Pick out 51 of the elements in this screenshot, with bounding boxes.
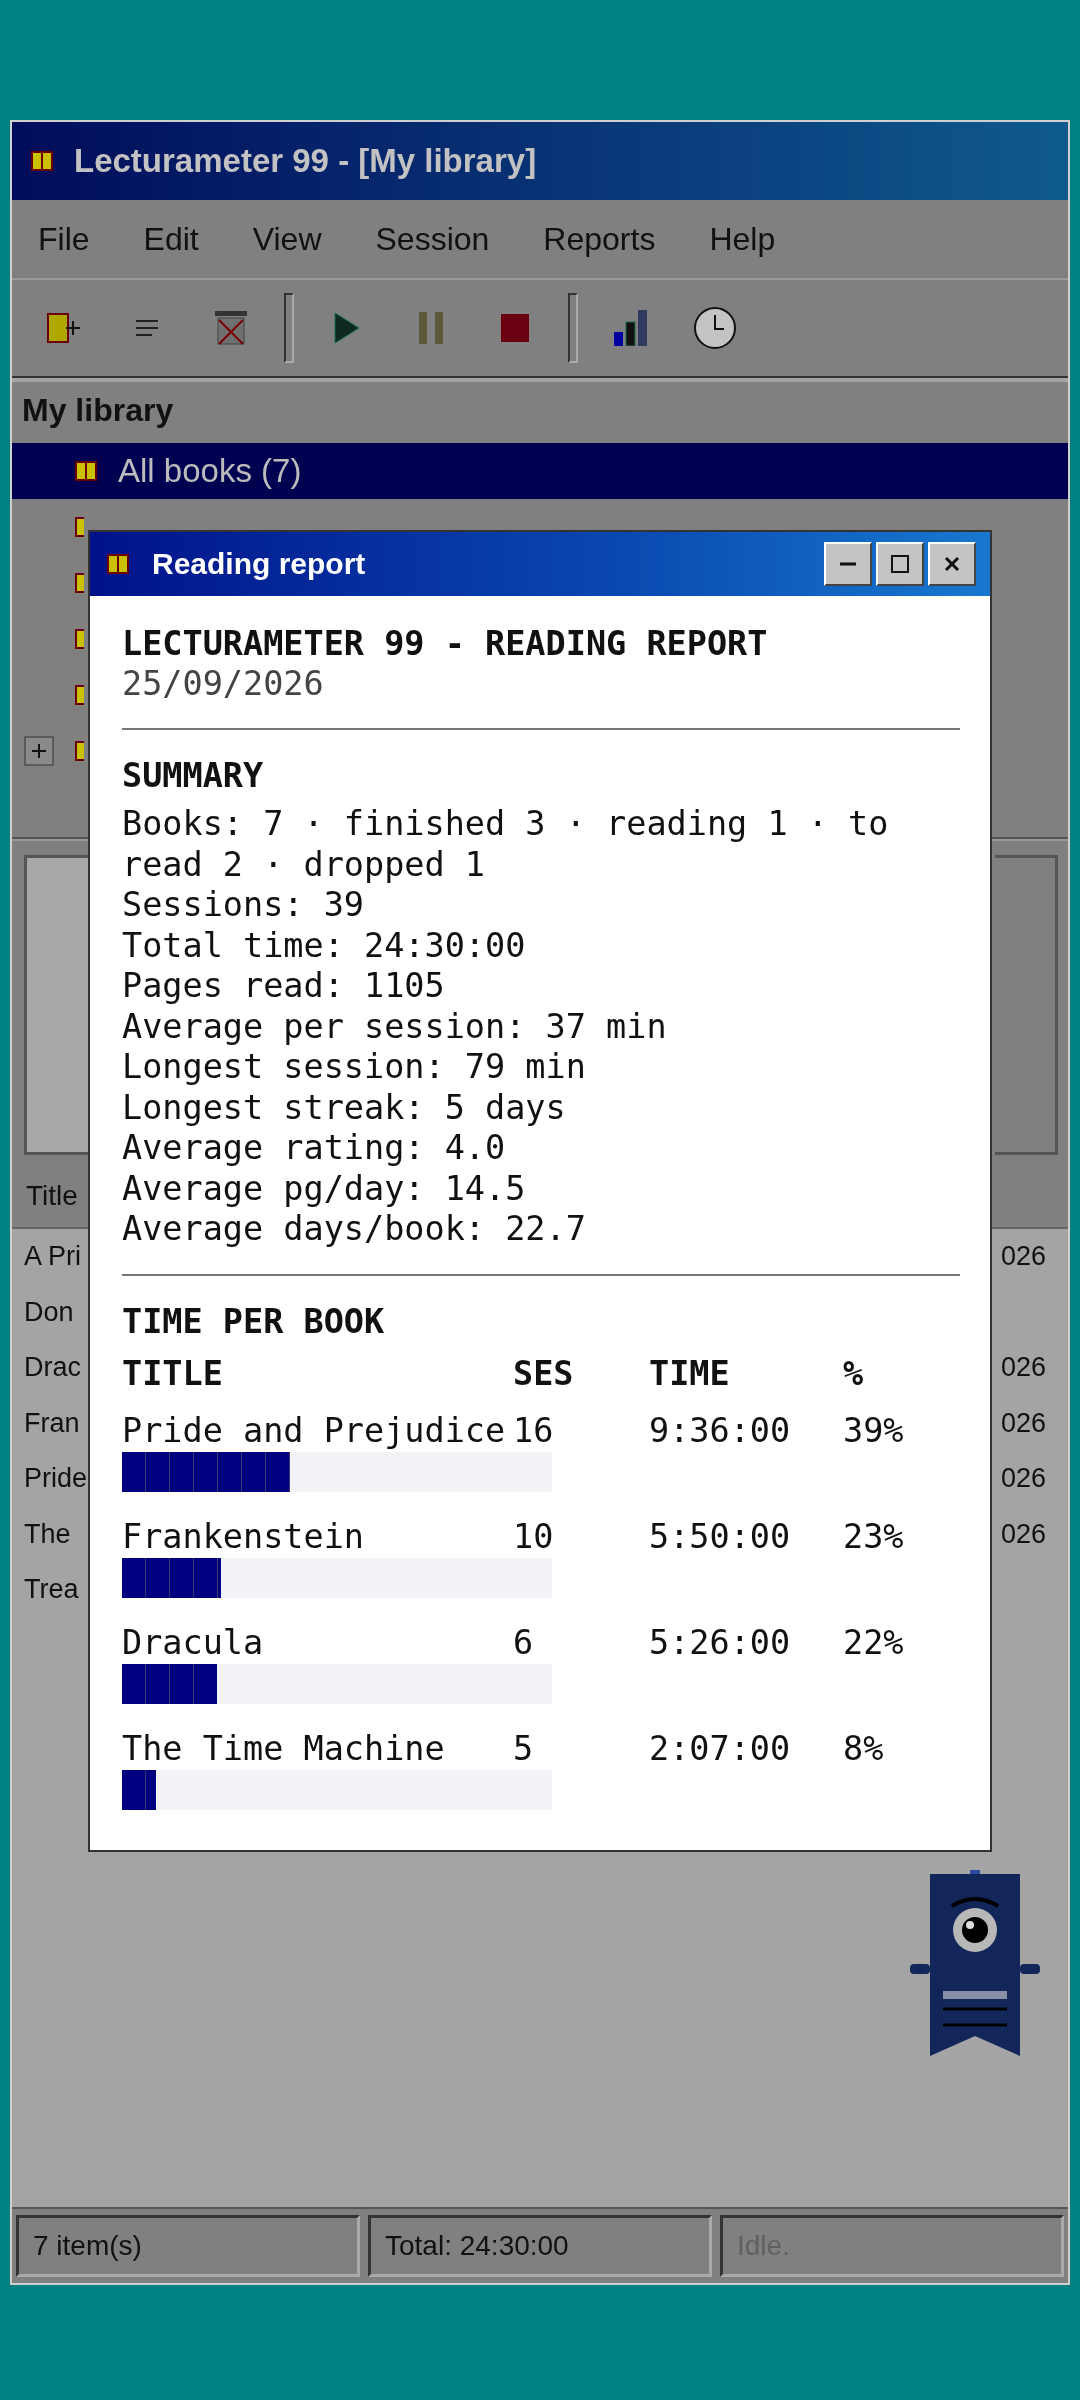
table-cell-text: 2:07:00 — [649, 1727, 792, 1770]
table-cell-text: 8% — [843, 1727, 885, 1770]
table-cell: The — [24, 1518, 71, 1550]
table-cell-text: The Time Machine — [122, 1727, 446, 1770]
summary-line: Books: 7 · finished 3 · reading 1 · to read 2 · dropped 1 — [122, 804, 890, 885]
table-cell: Pride — [24, 1463, 88, 1495]
table-cell: A Pri — [24, 1241, 82, 1273]
summary-line: Average rating: 4.0 — [122, 1128, 507, 1169]
section-heading: TIME PER BOOK — [122, 1300, 386, 1343]
table-cell-text: 10 — [513, 1515, 555, 1558]
table-cell: 026 — [1000, 1407, 1046, 1439]
column-header: TITLE — [122, 1352, 224, 1395]
section-heading: SUMMARY — [122, 755, 265, 797]
status-panel: Total: 24:30:00 — [368, 2215, 712, 2277]
table-cell-text: Pride and Prejudice — [122, 1409, 507, 1452]
table-cell: Don — [24, 1296, 74, 1328]
table-cell-text: 5 — [513, 1727, 535, 1770]
table-cell-text: 5:26:00 — [649, 1621, 792, 1664]
table-cell-text: 6 — [513, 1621, 535, 1664]
table-cell-text: 39% — [843, 1409, 905, 1452]
summary-line: Total time: 24:30:00 — [122, 925, 527, 966]
summary-line: Longest session: 79 min — [122, 1047, 587, 1088]
table-cell: Trea — [24, 1574, 79, 1606]
table-cell-text: 9:36:00 — [649, 1409, 792, 1452]
summary-line: Sessions: 39 — [122, 885, 366, 926]
summary-line: Pages read: 1105 — [122, 966, 446, 1007]
table-cell: 026 — [1000, 1241, 1046, 1273]
dialog-title: Reading report — [152, 547, 366, 581]
summary-line: Average per session: 37 min — [122, 1006, 668, 1047]
table-cell: Drac — [24, 1352, 81, 1384]
window-title: Lecturameter 99 - [My library] — [74, 142, 537, 180]
table-cell-text: 16 — [513, 1409, 555, 1452]
table-cell-text: Dracula — [122, 1621, 265, 1664]
summary-line: Longest streak: 5 days — [122, 1087, 567, 1128]
summary-line: Average days/book: 22.7 — [122, 1209, 587, 1250]
tree-title: My library — [21, 391, 175, 430]
table-cell: 026 — [1000, 1352, 1046, 1384]
column-header: % — [843, 1352, 865, 1395]
table-cell-text: Frankenstein — [122, 1515, 366, 1558]
table-cell-text: 5:50:00 — [649, 1515, 792, 1558]
table-cell-text: 22% — [843, 1621, 905, 1664]
table-cell: 026 — [1000, 1518, 1046, 1550]
report-date: 25/09/2026 — [122, 664, 325, 704]
column-header: TIME — [649, 1352, 731, 1395]
column-header: SES — [513, 1352, 575, 1395]
status-panel: 7 item(s) — [16, 2215, 360, 2277]
table-cell-text: 23% — [843, 1515, 905, 1558]
report-heading: LECTURAMETER 99 - READING REPORT — [122, 624, 769, 664]
table-cell: 026 — [1000, 1463, 1046, 1495]
summary-line: Average pg/day: 14.5 — [122, 1168, 527, 1209]
table-cell: Fran — [24, 1407, 80, 1439]
